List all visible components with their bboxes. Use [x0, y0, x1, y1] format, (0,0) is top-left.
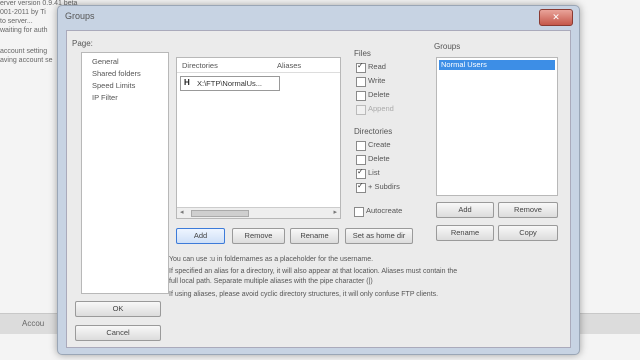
- remove-group-button[interactable]: Remove: [498, 202, 558, 218]
- log-line: 001-2011 by Ti: [0, 9, 46, 16]
- home-directory-marker: H: [184, 78, 190, 87]
- help-text-line: If specified an alias for a directory, i…: [169, 268, 458, 275]
- ok-button[interactable]: OK: [75, 301, 161, 317]
- help-text-line: If using aliases, please avoid cyclic di…: [169, 291, 439, 298]
- directories-list[interactable]: Directories Aliases H X:\FTP\NormalUs...…: [176, 57, 341, 219]
- group-item-selected[interactable]: Normal Users: [439, 60, 555, 70]
- page-tree: General Shared folders Speed Limits IP F…: [81, 52, 169, 294]
- groups-list[interactable]: Normal Users: [436, 57, 558, 196]
- scroll-right-icon[interactable]: ▸: [333, 208, 337, 216]
- files-append-label: Append: [368, 104, 394, 113]
- files-append-checkbox[interactable]: [356, 105, 366, 115]
- dialog-title: Groups: [65, 11, 95, 21]
- log-line: account setting: [0, 48, 48, 55]
- directories-list-header: Directories Aliases: [177, 58, 340, 73]
- scroll-left-icon[interactable]: ◂: [180, 208, 184, 216]
- add-group-button[interactable]: Add: [436, 202, 494, 218]
- status-label: Accou: [22, 319, 45, 328]
- files-label: Files: [354, 49, 371, 58]
- groups-label: Groups: [434, 42, 461, 51]
- rename-group-button[interactable]: Rename: [436, 225, 494, 241]
- directories-column-header[interactable]: Directories: [182, 61, 218, 70]
- close-button[interactable]: ✕: [539, 9, 573, 26]
- scroll-thumb[interactable]: [191, 210, 249, 217]
- directory-row[interactable]: H X:\FTP\NormalUs...: [180, 76, 280, 91]
- rename-directory-button[interactable]: Rename: [290, 228, 339, 244]
- autocreate-checkbox[interactable]: [354, 207, 364, 217]
- dirs-list-label: List: [368, 168, 380, 177]
- files-read-checkbox[interactable]: [356, 61, 366, 73]
- dirs-delete-checkbox[interactable]: [356, 155, 366, 165]
- add-directory-button[interactable]: Add: [176, 228, 225, 244]
- help-text-line: You can use :u in foldernames as a place…: [169, 256, 374, 263]
- log-line: waiting for auth: [0, 27, 48, 34]
- log-line: to server...: [0, 18, 33, 25]
- dirs-create-checkbox[interactable]: [356, 141, 366, 151]
- autocreate-label: Autocreate: [366, 206, 403, 215]
- remove-directory-button[interactable]: Remove: [232, 228, 285, 244]
- files-write-label: Write: [368, 76, 386, 85]
- files-read-label: Read: [368, 62, 386, 71]
- dirs-list-checkbox[interactable]: [356, 167, 366, 179]
- aliases-column-header[interactable]: Aliases: [277, 61, 301, 70]
- page-item-shared-folders[interactable]: Shared folders: [92, 69, 141, 78]
- page-item-speed-limits[interactable]: Speed Limits: [92, 81, 135, 90]
- dirs-subdirs-checkbox[interactable]: [356, 181, 366, 193]
- set-as-home-dir-button[interactable]: Set as home dir: [345, 228, 413, 244]
- cancel-button[interactable]: Cancel: [75, 325, 161, 341]
- dirs-subdirs-label: + Subdirs: [368, 182, 400, 191]
- directory-path: X:\FTP\NormalUs...: [197, 79, 263, 88]
- close-icon: ✕: [552, 12, 560, 22]
- copy-group-button[interactable]: Copy: [498, 225, 558, 241]
- page-item-ip-filter[interactable]: IP Filter: [92, 93, 118, 102]
- dirs-create-label: Create: [368, 140, 391, 149]
- page-label: Page:: [72, 39, 93, 48]
- directories-permissions-label: Directories: [354, 127, 393, 136]
- page-item-general[interactable]: General: [92, 57, 119, 66]
- help-text-line: full local path. Separate multiple alias…: [169, 278, 373, 285]
- files-delete-checkbox[interactable]: [356, 91, 366, 101]
- directories-horizontal-scrollbar[interactable]: ◂ ▸: [177, 207, 340, 218]
- groups-dialog: Groups ✕ Page: General Shared folders Sp…: [57, 5, 580, 355]
- dialog-client-area: Page: General Shared folders Speed Limit…: [66, 30, 571, 348]
- dirs-delete-label: Delete: [368, 154, 390, 163]
- files-write-checkbox[interactable]: [356, 77, 366, 87]
- files-delete-label: Delete: [368, 90, 390, 99]
- log-line: aving account se: [0, 57, 53, 64]
